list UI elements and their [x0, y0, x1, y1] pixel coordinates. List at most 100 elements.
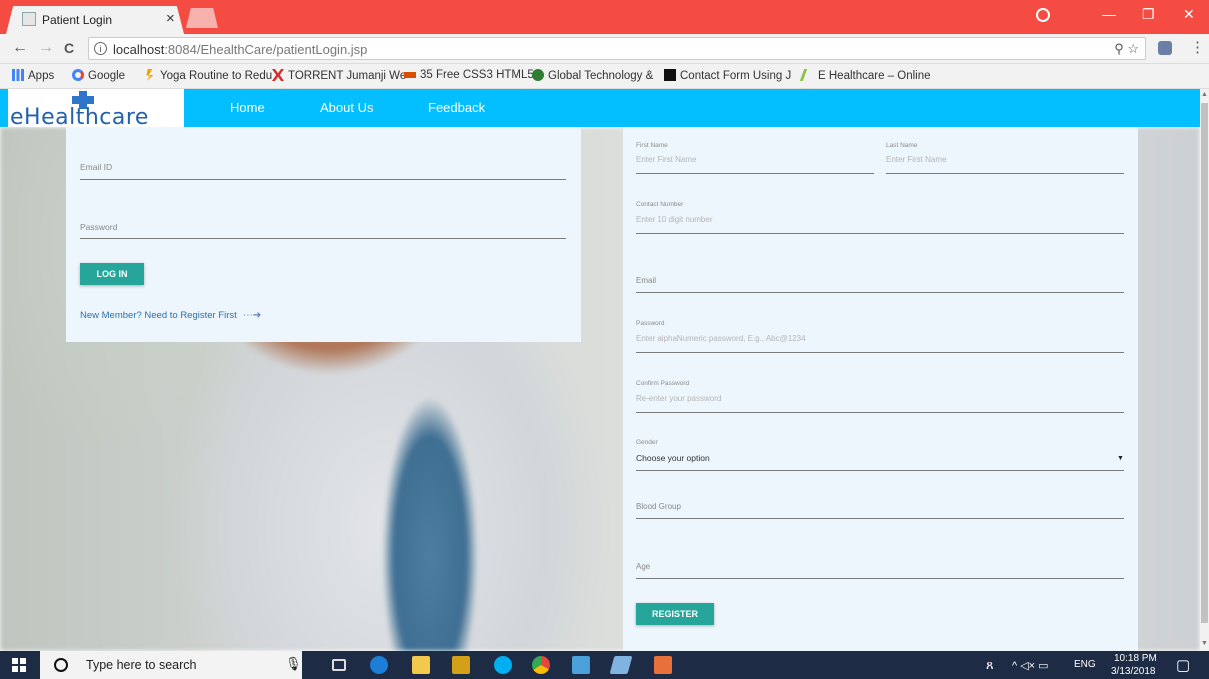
- first-name-field[interactable]: Enter First Name: [636, 155, 696, 164]
- microphone-icon[interactable]: 🎙: [285, 656, 302, 672]
- url-input[interactable]: i localhost:8084/EhealthCare/patientLogi…: [88, 37, 1146, 60]
- web-page: eHealthcare Home About Us Feedback Email…: [0, 89, 1209, 651]
- new-tab-button[interactable]: [186, 8, 218, 28]
- register-email-field[interactable]: Email: [636, 276, 656, 285]
- contact-field[interactable]: Enter 10 digit number: [636, 215, 713, 224]
- bookmark-css3[interactable]: 35 Free CSS3 HTML5: [404, 69, 534, 81]
- bookmark-label: TORRENT Jumanji We: [288, 70, 407, 82]
- torrent-icon: [272, 69, 284, 81]
- tray-icons[interactable]: ^ ◁× ▭: [1012, 659, 1049, 672]
- scroll-up-icon[interactable]: ▲: [1201, 91, 1208, 98]
- chrome-icon[interactable]: [532, 656, 550, 674]
- close-window-button[interactable]: ✕: [1183, 6, 1195, 23]
- taskbar-search-input[interactable]: Type here to search 🎙: [40, 651, 302, 679]
- gender-label: Gender: [636, 439, 658, 446]
- register-password-field[interactable]: Enter alphaNumeric password, E.g., Abc@1…: [636, 334, 806, 343]
- presentation-icon[interactable]: [654, 656, 672, 674]
- edge-icon[interactable]: [370, 656, 388, 674]
- bookmark-global-tech[interactable]: Global Technology &: [532, 69, 653, 82]
- nav-home[interactable]: Home: [230, 100, 265, 115]
- windows-start-icon[interactable]: [12, 658, 26, 672]
- bookmark-ehealthcare[interactable]: E Healthcare – Online: [799, 69, 931, 82]
- cortana-icon: [54, 658, 68, 672]
- leaf-icon: [799, 69, 817, 81]
- nav-about-us[interactable]: About Us: [320, 100, 373, 115]
- profile-icon[interactable]: [1036, 8, 1050, 22]
- last-name-underline: [886, 173, 1124, 174]
- first-name-label: First Name: [636, 142, 668, 149]
- file-explorer-icon[interactable]: [412, 656, 430, 674]
- bookmark-torrent[interactable]: TORRENT Jumanji We: [272, 69, 406, 82]
- url-host: localhost: [113, 42, 165, 57]
- scrollbar-thumb[interactable]: [1201, 103, 1208, 623]
- register-link-text: New Member? Need to Register First: [80, 310, 237, 321]
- site-info-icon[interactable]: i: [94, 42, 107, 55]
- confirm-password-underline: [636, 412, 1124, 413]
- minimize-button[interactable]: —: [1102, 6, 1116, 22]
- password-field[interactable]: Password: [80, 222, 117, 232]
- bookmark-apps[interactable]: Apps: [12, 69, 54, 82]
- nav-feedback[interactable]: Feedback: [428, 100, 485, 115]
- tab-close-icon[interactable]: ×: [166, 10, 175, 27]
- url-path: :8084/EhealthCare/patientLogin.jsp: [164, 42, 368, 57]
- login-form: Email ID Password LOG IN New Member? Nee…: [66, 127, 581, 342]
- bookmark-label: 35 Free CSS3 HTML5: [420, 69, 534, 81]
- bookmark-contact-form[interactable]: Contact Form Using J: [664, 69, 791, 82]
- login-button[interactable]: LOG IN: [80, 263, 144, 285]
- notification-icon[interactable]: ▢: [1176, 656, 1190, 674]
- yoga-icon: [146, 69, 154, 81]
- back-button[interactable]: ←: [12, 39, 28, 57]
- register-password-label: Password: [636, 320, 665, 327]
- google-icon: [72, 69, 84, 81]
- contact-label: Contact Number: [636, 201, 684, 208]
- bookmarks-bar: Apps Google Yoga Routine to Redu TORRENT…: [0, 64, 1209, 89]
- browser-menu-icon[interactable]: ⋮: [1190, 38, 1205, 56]
- people-icon[interactable]: ጸ: [986, 657, 994, 673]
- bookmark-label: Contact Form Using J: [680, 70, 792, 82]
- age-field[interactable]: Age: [636, 562, 650, 571]
- bookmark-label: Yoga Routine to Redu: [160, 70, 273, 82]
- register-button[interactable]: REGISTER: [636, 603, 714, 625]
- gender-select[interactable]: Choose your option: [636, 453, 710, 463]
- media-player-icon[interactable]: [452, 656, 470, 674]
- address-toolbar: ← → C i localhost:8084/EhealthCare/patie…: [0, 34, 1209, 64]
- jp-icon: [664, 69, 676, 81]
- last-name-field[interactable]: Enter First Name: [886, 155, 946, 164]
- tab-favicon-icon: [22, 12, 36, 26]
- site-logo[interactable]: eHealthcare: [8, 89, 184, 130]
- register-password-underline: [636, 352, 1124, 353]
- bookmark-yoga[interactable]: Yoga Routine to Redu: [144, 69, 272, 82]
- bookmark-label: E Healthcare – Online: [818, 70, 931, 82]
- reload-button[interactable]: C: [64, 40, 74, 56]
- clock-time[interactable]: 10:18 PM: [1114, 653, 1157, 664]
- confirm-password-field[interactable]: Re-enter your password: [636, 394, 721, 403]
- email-underline: [80, 179, 566, 180]
- age-underline: [636, 578, 1124, 579]
- register-link[interactable]: New Member? Need to Register First ⋯➔: [80, 310, 261, 321]
- extension-icon[interactable]: [1158, 41, 1172, 55]
- tab-title[interactable]: Patient Login: [42, 13, 112, 27]
- zoom-and-star-icons[interactable]: ⚲ ☆: [1114, 41, 1139, 57]
- blood-group-field[interactable]: Blood Group: [636, 502, 681, 511]
- url-text: localhost:8084/EhealthCare/patientLogin.…: [113, 42, 367, 57]
- scroll-down-icon[interactable]: ▼: [1201, 640, 1208, 647]
- clock-date[interactable]: 3/13/2018: [1111, 666, 1156, 677]
- email-field[interactable]: Email ID: [80, 162, 112, 172]
- bookmark-label: Google: [88, 70, 126, 82]
- arrow-right-icon: ⋯➔: [242, 310, 262, 321]
- css-icon: [404, 72, 416, 78]
- browser-titlebar: Patient Login × — ❐ ✕: [0, 0, 1209, 34]
- contact-underline: [636, 233, 1124, 234]
- notepad-icon[interactable]: [609, 656, 633, 674]
- bookmark-google[interactable]: Google: [72, 69, 125, 82]
- forward-button[interactable]: →: [38, 39, 54, 57]
- restore-button[interactable]: ❐: [1142, 6, 1155, 23]
- skype-icon[interactable]: [494, 656, 512, 674]
- task-view-icon[interactable]: [332, 659, 346, 671]
- dropdown-caret-icon[interactable]: ▼: [1117, 455, 1124, 462]
- virtualbox-icon[interactable]: [572, 656, 590, 674]
- language-indicator[interactable]: ENG: [1074, 659, 1096, 670]
- apps-grid-icon: [12, 69, 24, 81]
- blood-group-underline: [636, 518, 1124, 519]
- register-email-underline: [636, 292, 1124, 293]
